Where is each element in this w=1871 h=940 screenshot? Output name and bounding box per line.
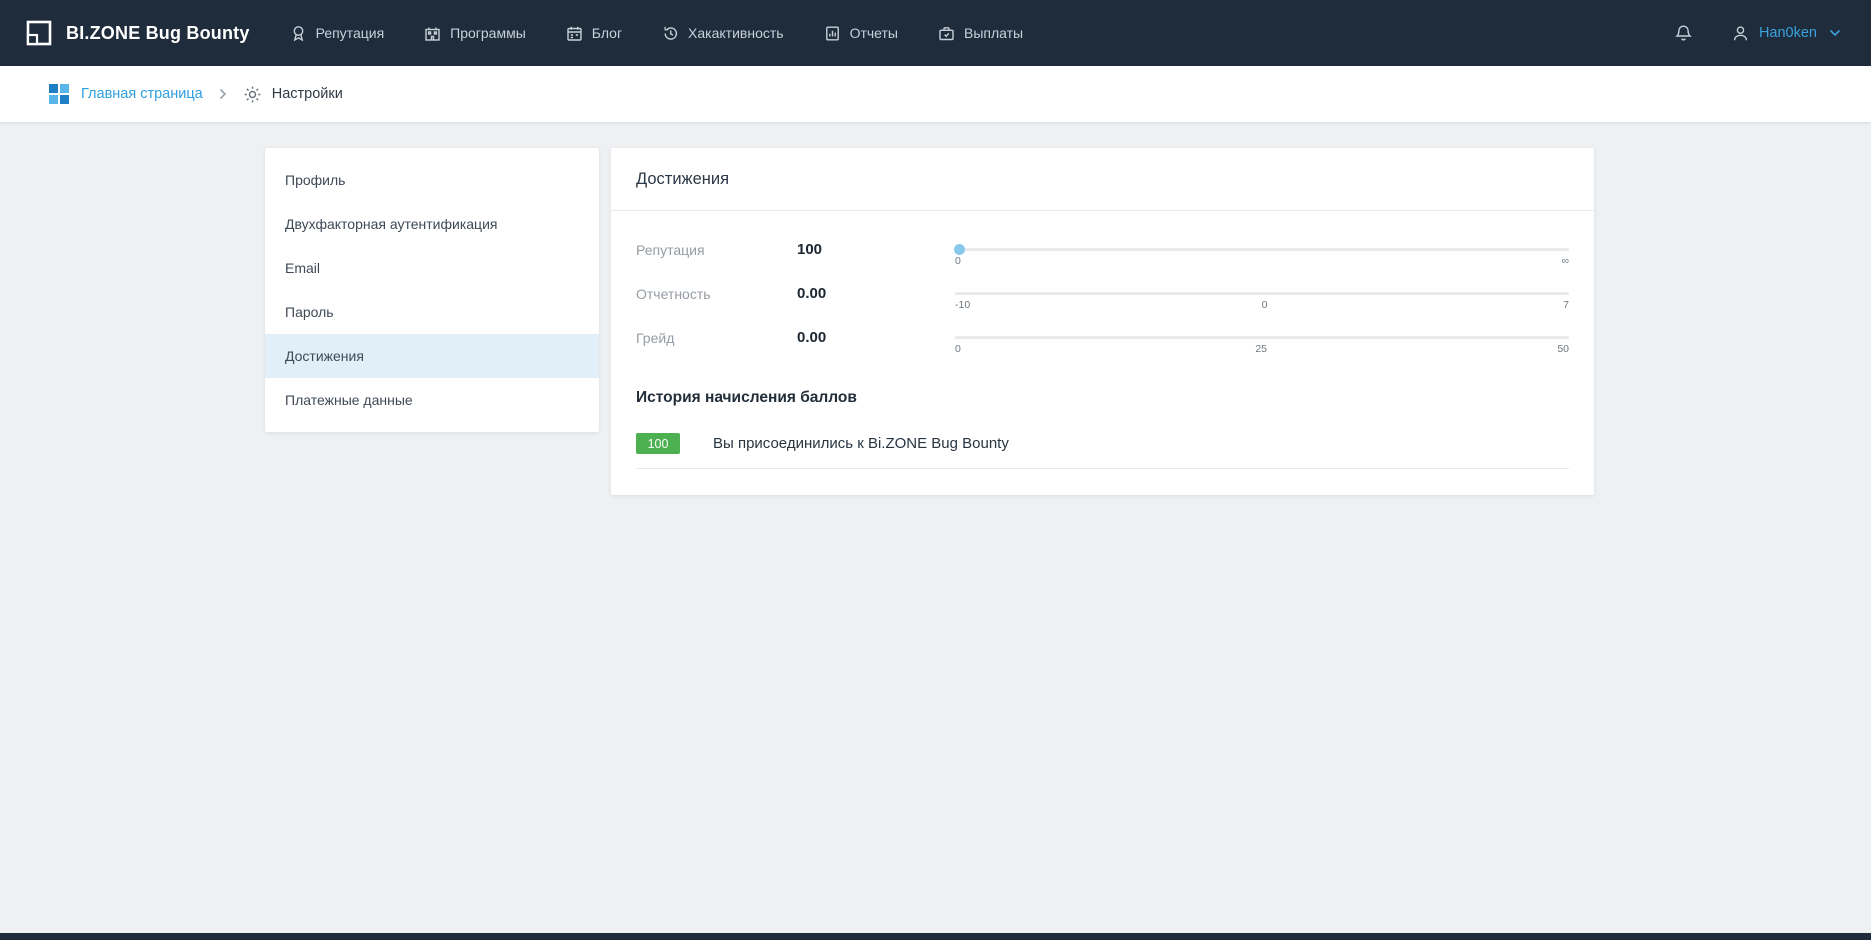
nav-item-label: Отчеты bbox=[850, 25, 898, 41]
metric-row-reputation: Репутация 100 0 ∞ bbox=[636, 241, 1569, 268]
nav-item-label: Репутация bbox=[316, 25, 385, 41]
footer-strip bbox=[0, 933, 1871, 940]
nav-item-hacktivity[interactable]: Хакактивность bbox=[662, 25, 784, 42]
dashboard-grid-icon bbox=[48, 83, 70, 105]
scale-min: -10 bbox=[955, 299, 970, 312]
menu-item-label: Платежные данные bbox=[285, 392, 413, 408]
menu-item-achievements[interactable]: Достижения bbox=[265, 334, 599, 378]
nav-item-reputation[interactable]: Репутация bbox=[290, 25, 385, 42]
metric-value: 0.00 bbox=[797, 329, 955, 347]
metric-row-reporting: Отчетность 0.00 -10 0 7 bbox=[636, 285, 1569, 312]
metric-label: Отчетность bbox=[636, 285, 797, 303]
calendar-icon bbox=[566, 25, 583, 42]
metric-label: Грейд bbox=[636, 329, 797, 347]
slider-scale: -10 0 7 bbox=[955, 299, 1569, 312]
scale-mid: 25 bbox=[1255, 343, 1267, 356]
scale-max: 7 bbox=[1559, 299, 1569, 312]
scale-max: ∞ bbox=[1559, 255, 1569, 268]
reputation-slider: 0 ∞ bbox=[955, 241, 1569, 268]
menu-item-2fa[interactable]: Двухфакторная аутентификация bbox=[265, 202, 599, 246]
navbar-right: Han0ken bbox=[1674, 24, 1841, 43]
chevron-down-icon bbox=[1829, 29, 1841, 37]
points-badge: 100 bbox=[636, 433, 680, 454]
menu-item-label: Email bbox=[285, 260, 320, 276]
building-icon bbox=[424, 25, 441, 42]
metric-row-grade: Грейд 0.00 0 25 50 bbox=[636, 329, 1569, 356]
metric-value: 0.00 bbox=[797, 285, 955, 303]
card-title: Достижения bbox=[611, 148, 1594, 211]
metric-value: 100 bbox=[797, 241, 955, 259]
breadcrumb-home-label: Главная страница bbox=[81, 86, 203, 102]
reporting-slider: -10 0 7 bbox=[955, 285, 1569, 312]
grade-slider: 0 25 50 bbox=[955, 329, 1569, 356]
bell-icon bbox=[1674, 24, 1693, 43]
achievements-card: Достижения Репутация 100 0 ∞ Отчетн bbox=[611, 148, 1594, 495]
menu-item-password[interactable]: Пароль bbox=[265, 290, 599, 334]
main-nav: Репутация Программы Блог bbox=[290, 25, 1024, 42]
brand[interactable]: BI.ZONE Bug Bounty bbox=[24, 18, 250, 48]
brand-title: BI.ZONE Bug Bounty bbox=[66, 23, 250, 44]
medal-icon bbox=[290, 25, 307, 42]
scale-mid: 0 bbox=[1260, 299, 1270, 312]
top-navbar: BI.ZONE Bug Bounty Репутация Программы bbox=[0, 0, 1871, 66]
points-history-title: История начисления баллов bbox=[636, 389, 1569, 407]
breadcrumb-current-label: Настройки bbox=[272, 86, 343, 102]
scale-max: 50 bbox=[1557, 343, 1569, 356]
nav-item-label: Программы bbox=[450, 25, 526, 41]
menu-item-profile[interactable]: Профиль bbox=[265, 158, 599, 202]
report-icon bbox=[824, 25, 841, 42]
content-area: Профиль Двухфакторная аутентификация Ema… bbox=[0, 122, 1871, 940]
menu-item-email[interactable]: Email bbox=[265, 246, 599, 290]
nav-item-label: Хакактивность bbox=[688, 25, 784, 41]
bizone-logo-icon bbox=[24, 18, 54, 48]
user-icon bbox=[1731, 24, 1750, 43]
metrics-section: Репутация 100 0 ∞ Отчетность 0.00 bbox=[611, 211, 1594, 379]
breadcrumb: Главная страница Настройки bbox=[0, 66, 1871, 122]
history-entry: 100 Вы присоединились к Bi.ZONE Bug Boun… bbox=[636, 433, 1569, 469]
scale-min: 0 bbox=[955, 343, 965, 356]
breadcrumb-home-link[interactable]: Главная страница bbox=[48, 83, 203, 105]
nav-item-programs[interactable]: Программы bbox=[424, 25, 526, 42]
slider-track bbox=[955, 336, 1569, 339]
scale-min: 0 bbox=[955, 255, 965, 268]
history-icon bbox=[662, 25, 679, 42]
user-menu[interactable]: Han0ken bbox=[1731, 24, 1841, 43]
menu-item-label: Пароль bbox=[285, 304, 334, 320]
nav-item-label: Выплаты bbox=[964, 25, 1023, 41]
menu-item-label: Двухфакторная аутентификация bbox=[285, 216, 497, 232]
menu-item-payment-details[interactable]: Платежные данные bbox=[265, 378, 599, 422]
menu-item-label: Достижения bbox=[285, 348, 364, 364]
points-history-section: История начисления баллов 100 Вы присоед… bbox=[611, 379, 1594, 469]
chevron-right-icon bbox=[219, 88, 227, 100]
history-entry-text: Вы присоединились к Bi.ZONE Bug Bounty bbox=[713, 435, 1009, 452]
slider-scale: 0 25 50 bbox=[955, 343, 1569, 356]
username: Han0ken bbox=[1759, 25, 1817, 41]
nav-item-label: Блог bbox=[592, 25, 622, 41]
slider-thumb[interactable] bbox=[954, 244, 965, 255]
metric-label: Репутация bbox=[636, 241, 797, 259]
scale-mid bbox=[1257, 255, 1267, 268]
breadcrumb-current: Настройки bbox=[243, 85, 343, 104]
slider-track bbox=[955, 248, 1569, 251]
settings-menu: Профиль Двухфакторная аутентификация Ema… bbox=[265, 148, 599, 432]
nav-item-reports[interactable]: Отчеты bbox=[824, 25, 898, 42]
menu-item-label: Профиль bbox=[285, 172, 345, 188]
slider-scale: 0 ∞ bbox=[955, 255, 1569, 268]
gear-icon bbox=[243, 85, 262, 104]
nav-item-blog[interactable]: Блог bbox=[566, 25, 622, 42]
payments-icon bbox=[938, 25, 955, 42]
slider-track bbox=[955, 292, 1569, 295]
nav-item-payouts[interactable]: Выплаты bbox=[938, 25, 1023, 42]
notifications-button[interactable] bbox=[1674, 24, 1693, 43]
